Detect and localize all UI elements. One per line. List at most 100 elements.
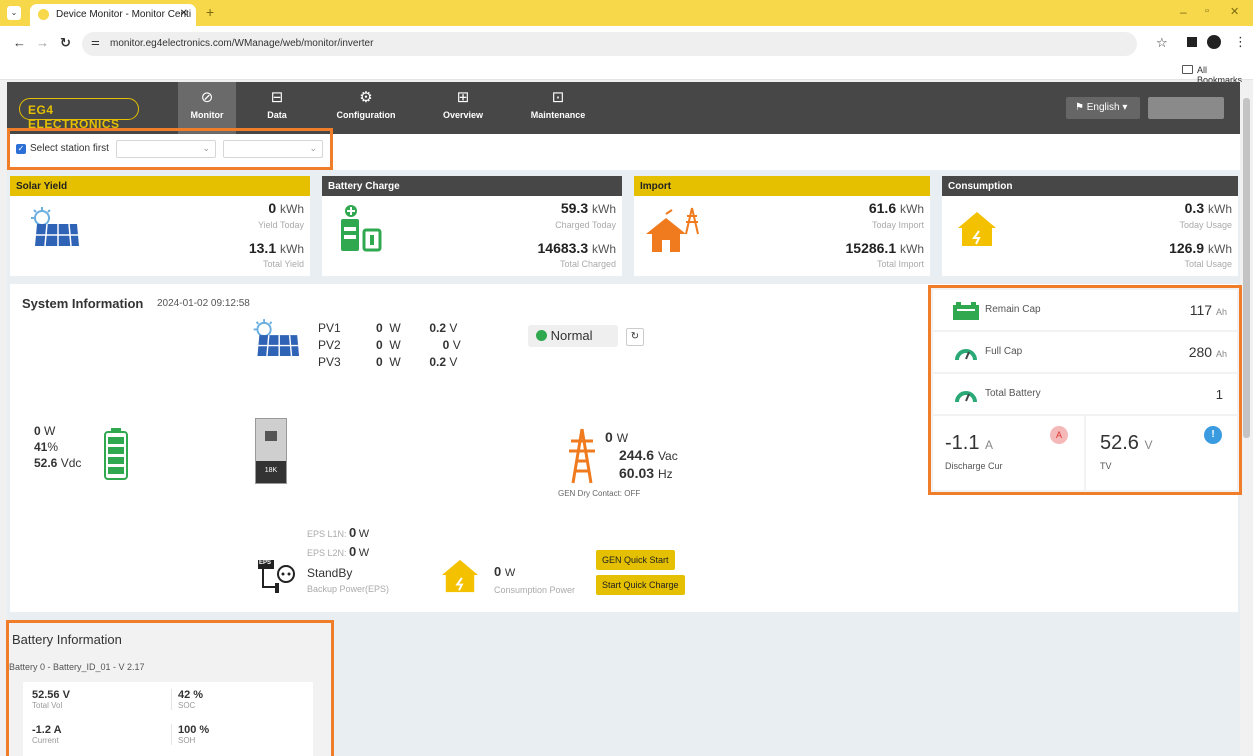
nav-overview[interactable]: ⊞ Overview [432, 82, 494, 134]
maintenance-icon: ⊡ [551, 89, 565, 106]
nav-label: Overview [442, 110, 484, 120]
value: 14683.3 [537, 240, 589, 256]
value: 61.6 [868, 200, 897, 216]
monitor-icon: ⊘ [200, 89, 214, 106]
unit: W [389, 321, 401, 335]
value: -1.2 A [32, 724, 62, 736]
unit: kWh [592, 202, 616, 216]
chevron-down-icon: ⌄ [309, 143, 317, 153]
unit: kWh [1208, 242, 1232, 256]
consumption-power: 0 W [494, 564, 515, 579]
consumption-power-label: Consumption Power [494, 585, 576, 595]
bookmark-star-icon[interactable]: ☆ [1156, 35, 1168, 51]
reload-icon[interactable]: ↻ [60, 35, 71, 51]
total-battery-value: 1 [1215, 387, 1223, 402]
back-icon[interactable]: ← [13, 35, 26, 50]
profile-avatar-icon[interactable] [1207, 35, 1221, 49]
address-bar[interactable]: ⚌ monitor.eg4electronics.com/WManage/web… [82, 32, 1137, 56]
station-select-1[interactable]: ⌄ [116, 140, 216, 158]
unit: W [44, 424, 56, 438]
label: SOH [178, 736, 196, 745]
unit: kWh [280, 242, 304, 256]
unit: kWh [280, 202, 304, 216]
unit: Hz [657, 467, 673, 481]
unit: A [985, 438, 994, 452]
refresh-button[interactable]: ↻ [626, 328, 644, 346]
tab-list-button[interactable]: ⌄ [7, 6, 21, 20]
label: Current [32, 736, 59, 745]
card-title: Consumption [942, 176, 1238, 196]
nav-monitor[interactable]: ⊘ Monitor [178, 82, 236, 134]
gen-dry-contact: GEN Dry Contact: OFF [558, 489, 641, 498]
tv-cell: 52.6 V TV ! [1086, 416, 1237, 490]
station-checkbox[interactable]: ✓ [16, 144, 26, 154]
browser-tab[interactable]: Device Monitor - Monitor Centi ✕ [30, 4, 196, 26]
battery-stats-grid: 52.56 V Total Vol 42 % SOC -1.2 A Current 1… [23, 682, 313, 756]
unit: kWh [592, 242, 616, 256]
configuration-icon: ⚙ [359, 89, 373, 106]
user-account-box[interactable] [1148, 97, 1224, 119]
grid-readout: 0 W 244.6 Vac 60.03 Hz [605, 429, 678, 483]
forward-icon[interactable]: → [36, 35, 49, 50]
pv-voltage: 0.2 [429, 321, 447, 335]
pv-name: PV2 [318, 338, 341, 352]
unit: V [1144, 438, 1153, 452]
nav-data[interactable]: ⊟ Data [248, 82, 306, 134]
language-select[interactable]: ⚑ English ▾ [1066, 97, 1140, 119]
scrollbar-thumb[interactable] [1243, 98, 1250, 438]
consumption-today-label: Today Usage [1179, 220, 1232, 230]
data-icon: ⊟ [270, 89, 284, 106]
grid-voltage: 244.6 [619, 447, 655, 463]
unit: W [616, 431, 629, 445]
eps-readout: EPS L1N: 0 W EPS L2N: 0 W [307, 524, 369, 562]
battery-readout: 0 W 41% 52.6 Vdc [34, 423, 81, 471]
inverter-screen [265, 431, 277, 441]
battery-charged-total-label: Total Charged [559, 259, 616, 269]
url-text: monitor.eg4electronics.com/WManage/web/m… [110, 38, 374, 49]
solar-panel-icon [31, 207, 79, 247]
value: 280 [1188, 344, 1213, 360]
import-today-label: Today Import [871, 220, 924, 230]
restore-icon[interactable]: ▫ [1205, 5, 1209, 17]
pv-row: PV1 0 W 0.2 V [318, 320, 461, 337]
full-cap-label: Full Cap [985, 346, 1023, 357]
station-select-2[interactable]: ⌄ [223, 140, 323, 158]
nav-maintenance[interactable]: ⊡ Maintenance [520, 82, 596, 134]
house-grid-icon [646, 207, 699, 252]
gen-quick-start-button[interactable]: GEN Quick Start [596, 550, 675, 570]
value: 0 [494, 564, 502, 579]
remain-cap-label: Remain Cap [985, 304, 1041, 315]
tv-label: TV [1100, 461, 1112, 471]
battery-icon [104, 428, 128, 480]
menu-icon[interactable]: ⋮ [1234, 34, 1247, 50]
pv-power: 0 [376, 338, 383, 352]
pv-name: PV1 [318, 321, 341, 335]
unit: kWh [1208, 202, 1232, 216]
close-tab-icon[interactable]: ✕ [180, 8, 188, 19]
total-vol: 52.56 V Total Vol [32, 689, 70, 710]
tab-favicon-icon [38, 9, 49, 20]
value: 42 % [178, 689, 204, 701]
close-window-icon[interactable]: ✕ [1230, 5, 1239, 18]
discharge-cur-cell: -1.1 A Discharge Cur A [933, 416, 1084, 490]
label: SOC [178, 701, 196, 710]
start-quick-charge-button[interactable]: Start Quick Charge [596, 575, 685, 595]
battery-charged-total: 14683.3 kWh [538, 240, 617, 256]
soc: 42 % SOC [171, 689, 203, 710]
battery-charge-card: Battery Charge 59.3 kWh Charged Today 14… [322, 176, 622, 276]
bookmarks-folder-icon[interactable] [1182, 65, 1193, 74]
new-tab-button[interactable]: + [206, 4, 214, 20]
grid-power: 0 [605, 429, 613, 445]
import-card: Import 61.6 kWh Today Import 15286.1 kWh… [634, 176, 930, 276]
discharge-cur-label: Discharge Cur [945, 461, 1003, 471]
eg4-logo[interactable]: EG4 ELECTRONICS [19, 98, 139, 131]
battery-information-subtitle: Battery 0 - Battery_ID_01 - V 2.17 [9, 662, 145, 672]
language-label: English [1086, 102, 1120, 113]
remain-cap-value: 117 Ah [1190, 302, 1227, 318]
sidepanel-icon[interactable] [1187, 37, 1197, 47]
status-dot-icon [536, 330, 547, 341]
minimize-icon[interactable]: – [1180, 5, 1187, 19]
consumption-total-label: Total Usage [1184, 259, 1232, 269]
nav-configuration[interactable]: ⚙ Configuration [330, 82, 402, 134]
site-info-icon[interactable]: ⚌ [91, 37, 100, 48]
